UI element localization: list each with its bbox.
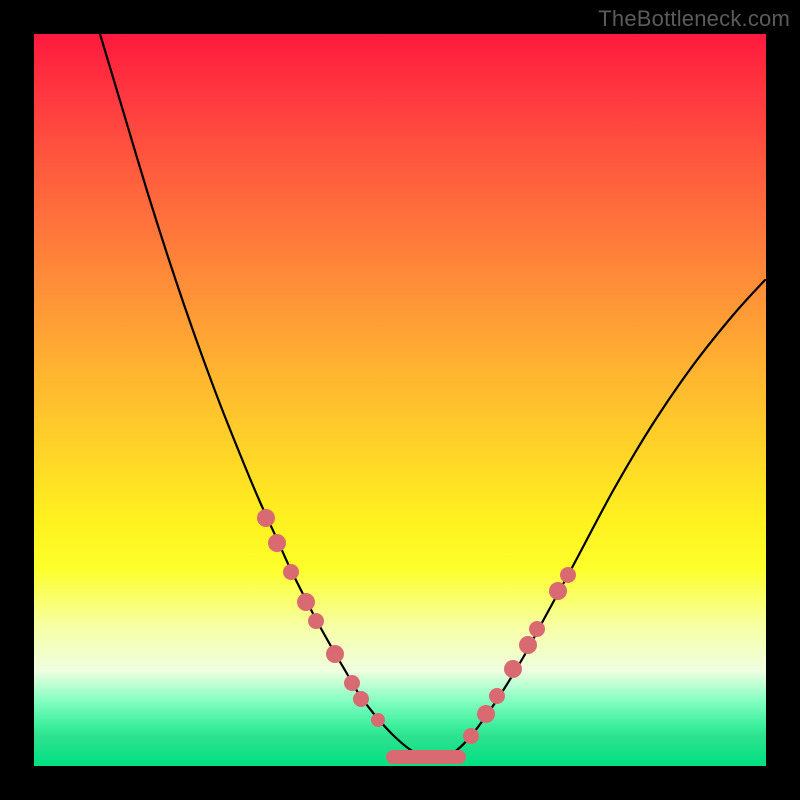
curve-marker: [560, 567, 576, 583]
curve-markers: [257, 509, 576, 744]
curve-marker: [529, 621, 545, 637]
bottleneck-curve-svg: [34, 34, 766, 766]
curve-marker: [257, 509, 275, 527]
bottleneck-curve: [100, 34, 765, 758]
curve-marker: [283, 564, 299, 580]
curve-marker: [549, 582, 567, 600]
curve-marker: [268, 534, 286, 552]
optimal-range-band: [386, 750, 466, 764]
watermark-text: TheBottleneck.com: [598, 6, 790, 32]
curve-marker: [353, 691, 369, 707]
curve-marker: [463, 728, 479, 744]
curve-marker: [477, 705, 495, 723]
chart-frame: TheBottleneck.com: [0, 0, 800, 800]
curve-marker: [308, 613, 324, 629]
curve-marker: [297, 593, 315, 611]
curve-marker: [504, 660, 522, 678]
curve-marker: [371, 713, 385, 727]
curve-marker: [489, 688, 505, 704]
plot-area: [34, 34, 766, 766]
curve-marker: [344, 675, 360, 691]
curve-marker: [519, 636, 537, 654]
curve-marker: [326, 645, 344, 663]
